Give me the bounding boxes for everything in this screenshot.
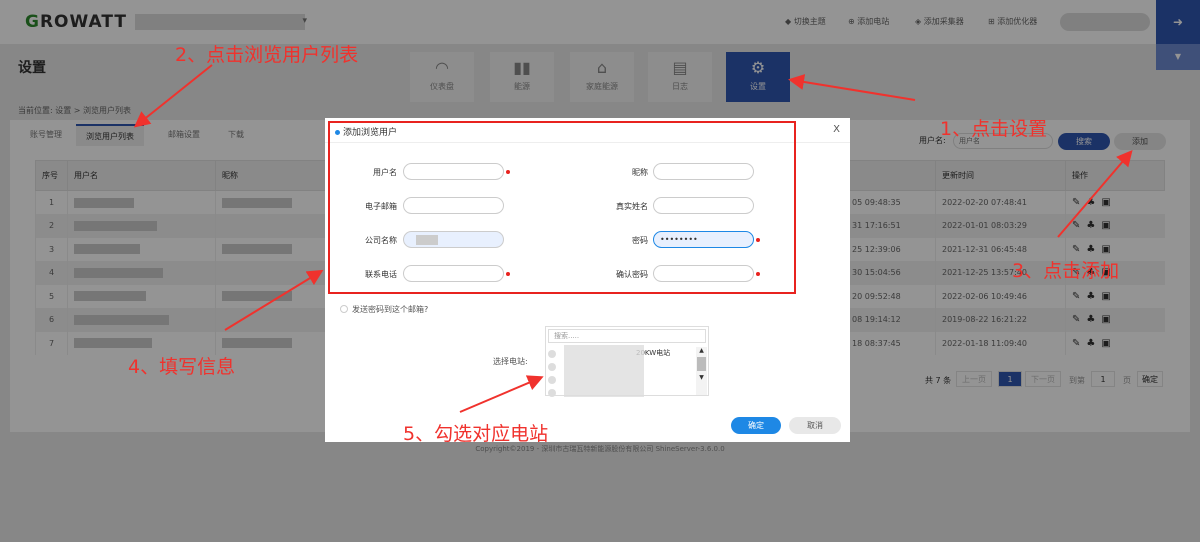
annotation-step-1: 1、点击设置 bbox=[940, 118, 1048, 140]
annotation-step-3: 3、点击添加 bbox=[1012, 260, 1120, 282]
annotation-step-5: 5、勾选对应电站 bbox=[403, 423, 549, 445]
arrow-to-settings bbox=[788, 74, 916, 101]
arrow-to-tab bbox=[133, 64, 213, 128]
annotation-step-2: 2、点击浏览用户列表 bbox=[175, 44, 359, 66]
arrow-to-form bbox=[224, 269, 324, 331]
arrow-to-add bbox=[1057, 149, 1133, 238]
annotation-step-4: 4、填写信息 bbox=[128, 356, 236, 378]
arrow-to-station bbox=[459, 375, 544, 413]
